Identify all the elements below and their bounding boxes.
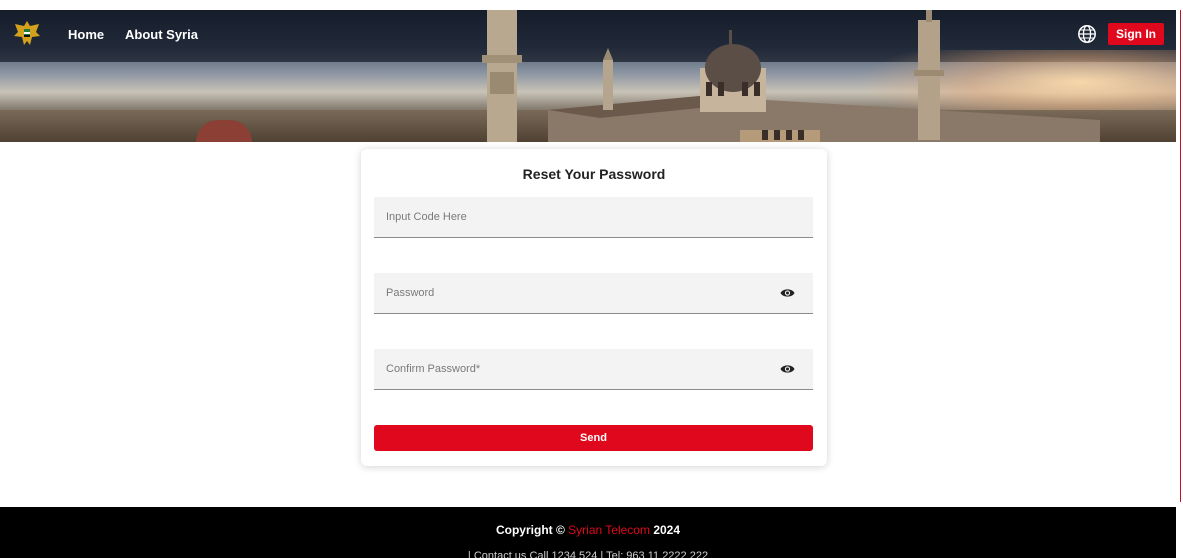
- nav-home-link[interactable]: Home: [68, 27, 104, 42]
- send-button[interactable]: Send: [374, 425, 813, 451]
- eye-icon[interactable]: [780, 363, 795, 375]
- page-edge-line: [1180, 10, 1181, 502]
- copyright-year: 2024: [649, 523, 681, 537]
- card-title: Reset Your Password: [522, 166, 666, 182]
- top-navbar: Home About Syria Sign In: [0, 10, 1176, 60]
- copyright-text: Copyright © Syrian Telecom 2024: [0, 523, 1176, 537]
- syrian-eagle-logo[interactable]: [12, 18, 42, 48]
- eye-icon[interactable]: [780, 287, 795, 299]
- contact-bar: | Contact us Call 1234 524 | Tel: 963 11…: [467, 550, 709, 558]
- reset-password-card: Reset Your Password Send: [361, 149, 827, 466]
- code-input[interactable]: [374, 197, 813, 237]
- footer: Copyright © Syrian Telecom 2024 | Contac…: [0, 507, 1176, 558]
- password-field: [374, 273, 813, 314]
- copyright-prefix: Copyright ©: [495, 523, 569, 537]
- confirm-password-field: [374, 349, 813, 390]
- code-field: [374, 197, 813, 238]
- nav-about-link[interactable]: About Syria: [125, 27, 198, 42]
- globe-icon[interactable]: [1077, 24, 1097, 44]
- confirm-password-input[interactable]: [374, 349, 813, 389]
- password-input[interactable]: [374, 273, 813, 313]
- brand-link[interactable]: Syrian Telecom: [568, 523, 650, 537]
- sign-in-button[interactable]: Sign In: [1108, 23, 1164, 45]
